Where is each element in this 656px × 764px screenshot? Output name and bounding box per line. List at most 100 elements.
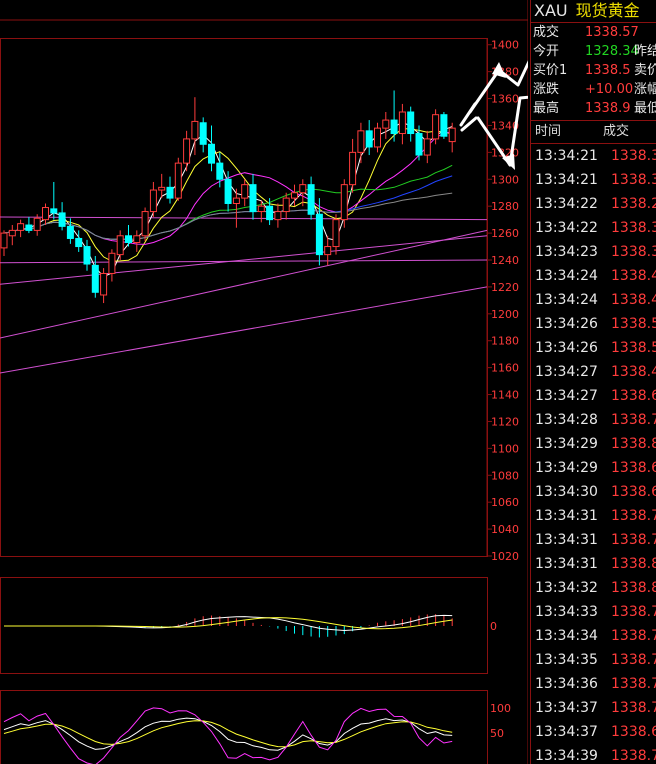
kdj-frame xyxy=(0,690,488,764)
tick-list[interactable]: 13:34:211338.3913:34:211338.3613:34:2213… xyxy=(531,144,656,764)
candle xyxy=(17,219,25,238)
tick-row[interactable]: 13:34:33 1338.71 xyxy=(531,600,656,624)
tick-time: 13:34:33 xyxy=(535,604,598,620)
tick-price: 1338.57 xyxy=(611,340,656,356)
candle xyxy=(174,157,182,201)
candle-body xyxy=(108,252,116,274)
quote-extra-label: 涨幅 xyxy=(634,82,656,97)
kline-chart[interactable]: 1400138013601340132013001280126012401220… xyxy=(0,0,528,764)
candle xyxy=(398,103,406,145)
tick-row[interactable]: 13:34:36 1338.70 xyxy=(531,672,656,696)
quote-value: 1338.5 xyxy=(585,63,631,78)
tick-time: 13:34:37 xyxy=(535,724,598,740)
tick-price: 1338.27 xyxy=(611,196,656,212)
candle-body xyxy=(58,212,66,227)
candle xyxy=(0,230,8,256)
candle xyxy=(83,239,91,271)
candle-body xyxy=(66,225,74,239)
tick-row[interactable]: 13:34:39 1338.70 xyxy=(531,744,656,764)
tick-row[interactable]: 13:34:37 1338.69 xyxy=(531,720,656,744)
candle xyxy=(8,225,16,246)
tick-row[interactable]: 13:34:31 1338.71 xyxy=(531,528,656,552)
tick-price: 1338.40 xyxy=(611,268,656,284)
candle-body xyxy=(324,246,332,256)
tick-row[interactable]: 13:34:21 1338.36 xyxy=(531,168,656,192)
tick-time: 13:34:28 xyxy=(535,412,598,428)
candle xyxy=(407,106,415,142)
y-tick-label: 1260 xyxy=(491,227,519,240)
tick-price: 1338.35 xyxy=(611,244,656,260)
ticks-header-time: 时间 xyxy=(535,124,562,139)
tick-row[interactable]: 13:34:22 1338.27 xyxy=(531,192,656,216)
tick-price: 1338.71 xyxy=(611,532,656,548)
tick-row[interactable]: 13:34:28 1338.72 xyxy=(531,408,656,432)
candle-body xyxy=(291,192,298,199)
candle xyxy=(116,230,124,260)
quote-label: 买价1 xyxy=(533,63,568,78)
candle xyxy=(249,173,257,220)
tick-row[interactable]: 13:34:34 1338.74 xyxy=(531,624,656,648)
y-tick-label: 1300 xyxy=(491,173,519,186)
symbol-header: XAU 现货黄金 xyxy=(531,0,656,23)
candle-body xyxy=(357,130,365,153)
candle xyxy=(374,122,381,153)
tick-time: 13:34:27 xyxy=(535,388,598,404)
tick-row[interactable]: 13:34:37 1338.70 xyxy=(531,696,656,720)
tick-row[interactable]: 13:34:35 1338.73 xyxy=(531,648,656,672)
candle-body xyxy=(257,205,265,213)
quote-row: 涨跌 +10.00涨幅 xyxy=(531,80,656,99)
tick-row[interactable]: 13:34:31 1338.76 xyxy=(531,504,656,528)
candle-body xyxy=(282,197,290,213)
candle-body xyxy=(407,111,415,135)
tick-row[interactable]: 13:34:23 1338.35 xyxy=(531,240,656,264)
candle-body xyxy=(315,213,323,256)
tick-row[interactable]: 13:34:27 1338.62 xyxy=(531,384,656,408)
candle-body xyxy=(199,122,207,145)
tick-row[interactable]: 13:34:29 1338.80 xyxy=(531,432,656,456)
tick-time: 13:34:31 xyxy=(535,508,598,524)
candle xyxy=(274,203,282,228)
candle-body xyxy=(374,127,381,148)
candle-body xyxy=(116,235,124,256)
tick-row[interactable]: 13:34:21 1338.39 xyxy=(531,144,656,168)
quote-label: 成交 xyxy=(533,25,560,40)
tick-time: 13:34:37 xyxy=(535,700,598,716)
tick-row[interactable]: 13:34:26 1338.52 xyxy=(531,312,656,336)
candle-body xyxy=(266,205,274,221)
tick-time: 13:34:26 xyxy=(535,316,598,332)
quote-value: +10.00 xyxy=(585,82,634,97)
candles xyxy=(0,90,456,304)
y-tick-label: 1360 xyxy=(491,93,519,106)
candle-body xyxy=(42,207,49,221)
tick-time: 13:34:21 xyxy=(535,172,598,188)
tick-time: 13:34:39 xyxy=(535,748,598,764)
candle-body xyxy=(125,235,132,244)
candle xyxy=(390,90,398,142)
candle xyxy=(382,112,390,139)
candle xyxy=(432,109,440,145)
candle-body xyxy=(232,197,240,204)
candle-body xyxy=(398,111,406,135)
candle xyxy=(208,125,215,172)
tick-row[interactable]: 13:34:24 1338.40 xyxy=(531,264,656,288)
tick-row[interactable]: 13:34:32 1338.80 xyxy=(531,576,656,600)
candle xyxy=(199,117,207,153)
kdj-tick-label: 50 xyxy=(490,727,504,740)
candle-body xyxy=(274,211,282,221)
candle-body xyxy=(432,114,440,140)
candle-body xyxy=(0,232,8,249)
quote-extra-label: 昨结 xyxy=(634,44,656,59)
tick-row[interactable]: 13:34:30 1338.64 xyxy=(531,480,656,504)
tick-row[interactable]: 13:34:22 1338.34 xyxy=(531,216,656,240)
tick-time: 13:34:29 xyxy=(535,460,598,476)
candle xyxy=(423,130,431,164)
tick-row[interactable]: 13:34:29 1338.67 xyxy=(531,456,656,480)
tick-price: 1338.74 xyxy=(611,628,656,644)
tick-row[interactable]: 13:34:26 1338.57 xyxy=(531,336,656,360)
candle-body xyxy=(216,162,224,180)
y-tick-label: 1180 xyxy=(491,335,519,348)
tick-row[interactable]: 13:34:31 1338.87 xyxy=(531,552,656,576)
candle xyxy=(158,173,166,199)
tick-row[interactable]: 13:34:27 1338.48 xyxy=(531,360,656,384)
tick-row[interactable]: 13:34:24 1338.48 xyxy=(531,288,656,312)
